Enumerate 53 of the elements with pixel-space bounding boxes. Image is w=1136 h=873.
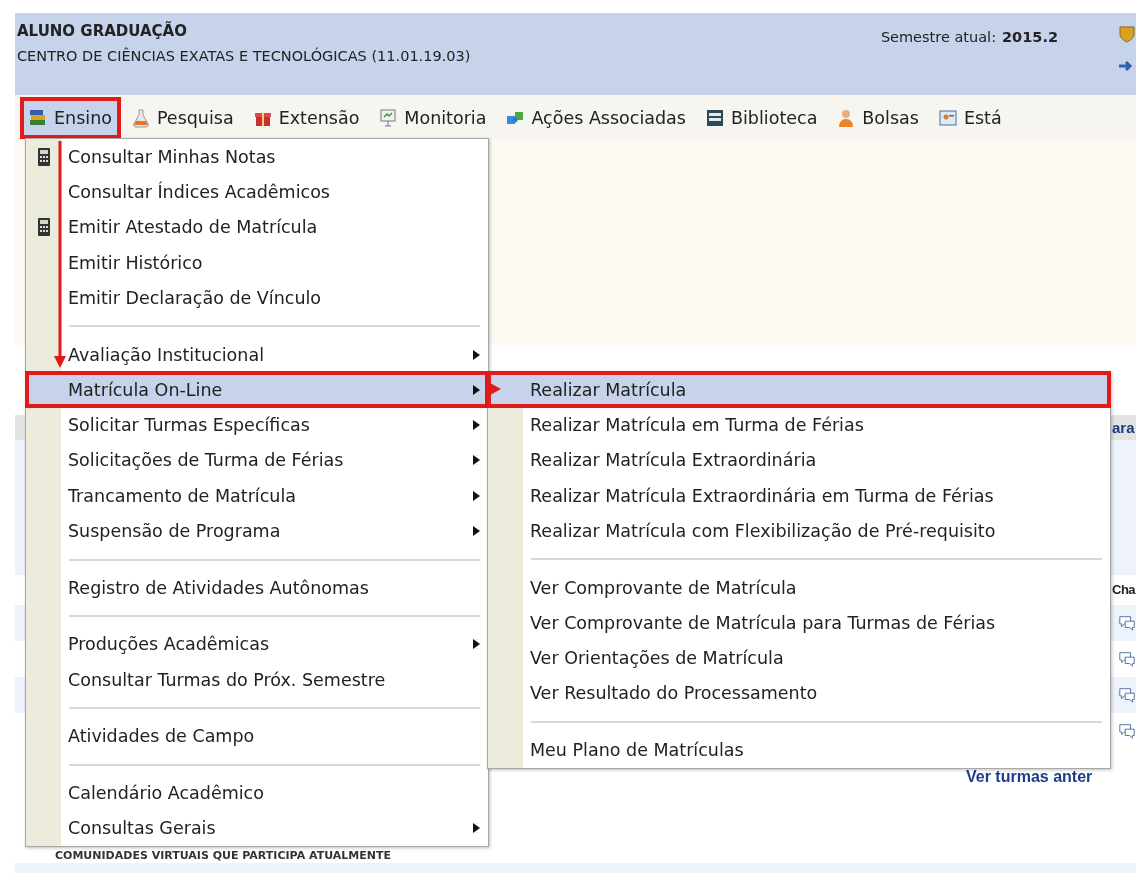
menu-item[interactable]: Realizar Matrícula com Flexibilização de Pré-requisito (488, 513, 1110, 549)
menu-item[interactable]: Emitir Declaração de Vínculo (26, 280, 488, 316)
chat-icon[interactable] (1118, 685, 1136, 705)
menu-item[interactable]: Emitir Histórico (26, 244, 488, 281)
menu-item[interactable]: Realizar Matrícula em Turma de Férias (488, 407, 1110, 443)
chat-icon[interactable] (1118, 613, 1136, 633)
menu-tab[interactable]: Monitoria (371, 97, 495, 138)
menu-item[interactable]: Ver Resultado do Processamento (488, 675, 1110, 712)
menu-item[interactable]: Registro de Atividades Autônomas (26, 570, 488, 606)
menu-tab[interactable]: Ensino (21, 97, 120, 138)
menu-item[interactable]: Consultar Índices Acadêmicos (26, 174, 488, 210)
menu-item[interactable]: Emitir Atestado de Matrícula (26, 209, 488, 245)
menu-item[interactable]: Avaliação Institucional (26, 336, 488, 373)
menu-item[interactable]: Consultas Gerais (26, 810, 488, 846)
menu-tab[interactable]: Extensão (245, 97, 368, 138)
menu-tab[interactable]: Pesquisa (123, 97, 242, 138)
table-heading: Cha (1112, 582, 1136, 597)
menu-item[interactable]: Matrícula On-Line (26, 372, 488, 408)
menu-item[interactable]: Realizar Matrícula Extraordinária (488, 442, 1110, 478)
menu-item[interactable]: Consultar Turmas do Próx. Semestre (26, 662, 488, 698)
menu-item[interactable]: Solicitar Turmas Específicas (26, 407, 488, 443)
menu-item[interactable]: Realizar Matrícula Extraordinária em Turma de Férias (488, 477, 1110, 514)
menu-tab[interactable]: Bolsas (829, 97, 927, 138)
chat-icon[interactable] (1118, 649, 1136, 669)
menu-item[interactable]: Consultar Minhas Notas (26, 139, 488, 175)
chat-icon[interactable] (1118, 721, 1136, 741)
flask-icon (130, 107, 151, 128)
menu-item[interactable]: Solicitações de Turma de Férias (26, 442, 488, 479)
id-card-icon (937, 107, 958, 128)
menu-item[interactable]: Ver Comprovante de Matrícula para Turmas de Férias (488, 605, 1110, 641)
menu-item[interactable]: Suspensão de Programa (26, 513, 488, 549)
menu-item[interactable]: Atividades de Campo (26, 718, 488, 754)
monitor-icon (704, 107, 725, 128)
menu-tab[interactable]: Ações Associadas (498, 97, 694, 138)
books-icon (28, 107, 48, 128)
menu-tab[interactable]: Biblioteca (697, 97, 826, 138)
menu-item[interactable]: Produções Acadêmicas (26, 626, 488, 663)
menu-item[interactable]: Realizar Matrícula (488, 372, 1110, 408)
menu-item[interactable]: Meu Plano de Matrículas (488, 732, 1110, 768)
board-icon (378, 107, 399, 128)
menu-item[interactable]: Trancamento de Matrícula (26, 478, 488, 514)
semester-label: Semestre atual: (880, 29, 997, 47)
menu-item[interactable]: Ver Orientações de Matrícula (488, 640, 1110, 676)
semester-value: 2015.2 (1002, 29, 1058, 47)
shield-icon[interactable] (1118, 25, 1136, 43)
menu-tab[interactable]: Está (930, 97, 1010, 138)
section-bar-text: ara (1112, 419, 1135, 436)
menu-item[interactable]: Ver Comprovante de Matrícula (488, 569, 1110, 606)
department-name: CENTRO DE CIÊNCIAS EXATAS E TECNOLÓGICAS (11.01.19.03) (17, 48, 471, 64)
section-title: COMUNIDADES VIRTUAIS QUE PARTICIPA ATUALMENTE (55, 849, 392, 863)
menu-item[interactable]: Calendário Acadêmico (26, 775, 488, 811)
user-title: ALUNO GRADUAÇÃO (17, 22, 188, 40)
previous-classes-link[interactable]: Ver turmas anter (966, 768, 1093, 785)
